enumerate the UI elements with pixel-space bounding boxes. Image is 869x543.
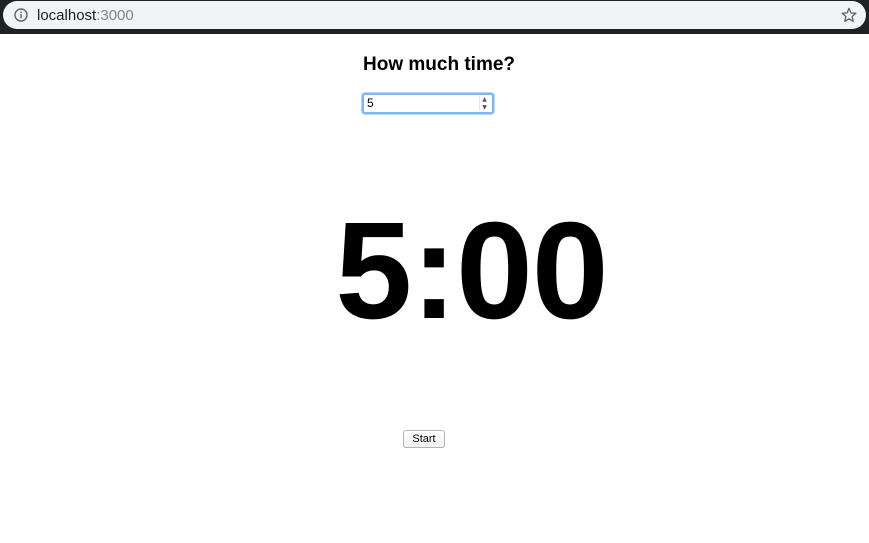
info-icon[interactable] <box>14 8 28 22</box>
star-icon[interactable] <box>841 7 857 23</box>
stepper-up-icon[interactable]: ▲ <box>482 96 487 103</box>
start-button[interactable]: Start <box>403 430 445 448</box>
minutes-input[interactable] <box>365 96 479 111</box>
stepper-down-icon[interactable]: ▼ <box>482 104 487 111</box>
page-content: How much time? ▲ ▼ 5:00 Start <box>0 34 869 543</box>
url-text[interactable]: localhost:3000 <box>37 7 134 24</box>
timer-value: 5:00 <box>335 194 608 348</box>
minutes-input-wrapper[interactable]: ▲ ▼ <box>362 93 494 114</box>
timer-display: 5:00 <box>0 202 869 340</box>
url-port: :3000 <box>96 7 134 24</box>
number-stepper[interactable]: ▲ ▼ <box>479 96 489 111</box>
page-title: How much time? <box>363 54 516 75</box>
url-host: localhost <box>37 7 97 24</box>
address-bar[interactable]: localhost:3000 <box>3 1 866 29</box>
browser-toolbar: localhost:3000 <box>0 0 869 34</box>
